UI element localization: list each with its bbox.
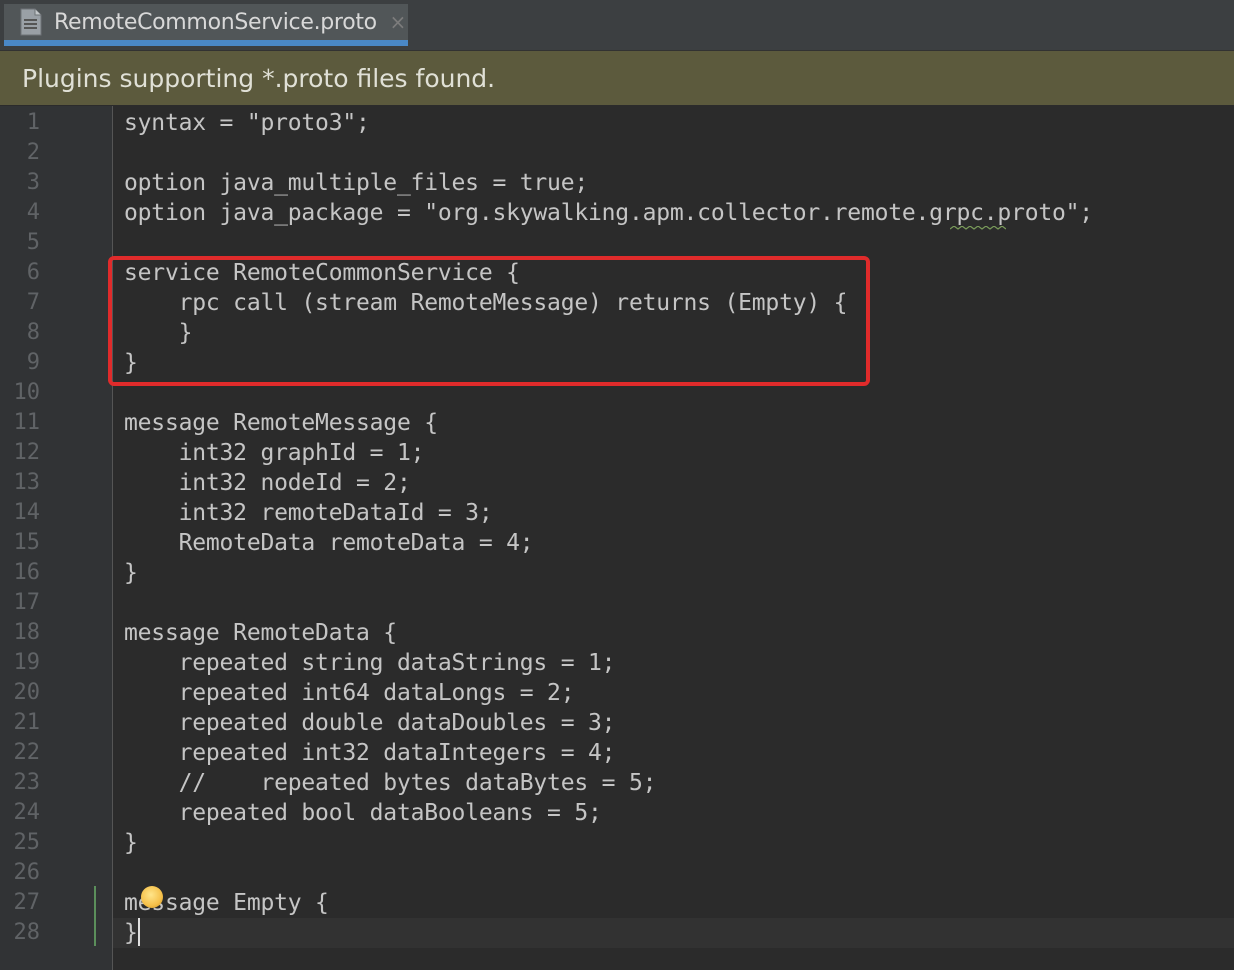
line-number: 23 — [13, 770, 41, 795]
line-number: 10 — [13, 380, 41, 405]
line-number: 21 — [13, 710, 41, 735]
line-number: 14 — [13, 500, 41, 525]
text-caret — [138, 918, 140, 946]
file-icon — [18, 7, 44, 37]
line-number: 24 — [13, 800, 41, 825]
line-number: 7 — [26, 290, 40, 315]
code-line[interactable]: int32 graphId = 1; — [124, 438, 425, 468]
line-number: 19 — [13, 650, 41, 675]
code-line[interactable]: message RemoteData { — [124, 618, 397, 648]
code-line[interactable]: // repeated bytes dataBytes = 5; — [124, 768, 657, 798]
close-icon[interactable]: × — [389, 10, 407, 34]
change-marker — [94, 886, 96, 946]
code-line[interactable]: } — [124, 828, 138, 858]
line-number: 26 — [13, 860, 41, 885]
line-number: 6 — [26, 260, 40, 285]
line-number: 1 — [26, 110, 40, 135]
line-number: 16 — [13, 560, 41, 585]
line-number: 2 — [26, 140, 40, 165]
line-number: 5 — [26, 230, 40, 255]
code-line[interactable]: option java_multiple_files = true; — [124, 168, 588, 198]
line-number: 17 — [13, 590, 41, 615]
code-line[interactable]: repeated string dataStrings = 1; — [124, 648, 616, 678]
line-number: 20 — [13, 680, 41, 705]
line-number: 3 — [26, 170, 40, 195]
line-number: 28 — [13, 920, 41, 945]
line-number: 27 — [13, 890, 41, 915]
code-editor[interactable]: 1 2 3 4 5 6 7 8 9 10 11 12 13 14 15 16 17 18 19 20 21 22 23 24 2… — [0, 106, 1234, 970]
line-number: 13 — [13, 470, 41, 495]
line-number: 9 — [26, 350, 40, 375]
plugin-suggestion-banner: Plugins supporting *.proto files found. — [0, 51, 1234, 105]
annotation-highlight-box — [108, 256, 870, 386]
code-line[interactable]: message RemoteMessage { — [124, 408, 438, 438]
code-line[interactable]: repeated bool dataBooleans = 5; — [124, 798, 602, 828]
line-number: 15 — [13, 530, 41, 555]
code-line[interactable]: option java_package = "org.skywalking.ap… — [124, 198, 1093, 228]
tab-remote-common-service[interactable]: RemoteCommonService.proto × — [4, 4, 408, 46]
code-line[interactable]: } — [124, 918, 138, 948]
code-line[interactable]: repeated int64 dataLongs = 2; — [124, 678, 575, 708]
line-number: 8 — [26, 320, 40, 345]
lightbulb-icon[interactable] — [141, 886, 163, 908]
line-number-gutter: 1 2 3 4 5 6 7 8 9 10 11 12 13 14 15 16 17 18 19 20 21 22 23 24 2… — [0, 106, 113, 970]
line-number: 11 — [13, 410, 41, 435]
current-line-highlight — [113, 918, 1234, 948]
code-line[interactable]: int32 remoteDataId = 3; — [124, 498, 493, 528]
code-line[interactable]: repeated double dataDoubles = 3; — [124, 708, 616, 738]
banner-message: Plugins supporting *.proto files found. — [22, 63, 496, 93]
editor-tab-bar: RemoteCommonService.proto × — [0, 0, 1234, 51]
line-number: 25 — [13, 830, 41, 855]
code-line[interactable]: syntax = "proto3"; — [124, 108, 370, 138]
code-line[interactable]: RemoteData remoteData = 4; — [124, 528, 534, 558]
line-number: 4 — [26, 200, 40, 225]
tab-title: RemoteCommonService.proto — [54, 9, 377, 35]
code-line[interactable]: repeated int32 dataIntegers = 4; — [124, 738, 616, 768]
code-line[interactable]: int32 nodeId = 2; — [124, 468, 411, 498]
line-number: 18 — [13, 620, 41, 645]
line-number: 22 — [13, 740, 41, 765]
code-line[interactable]: } — [124, 558, 138, 588]
spelling-squiggle — [950, 226, 1006, 230]
line-number: 12 — [13, 440, 41, 465]
